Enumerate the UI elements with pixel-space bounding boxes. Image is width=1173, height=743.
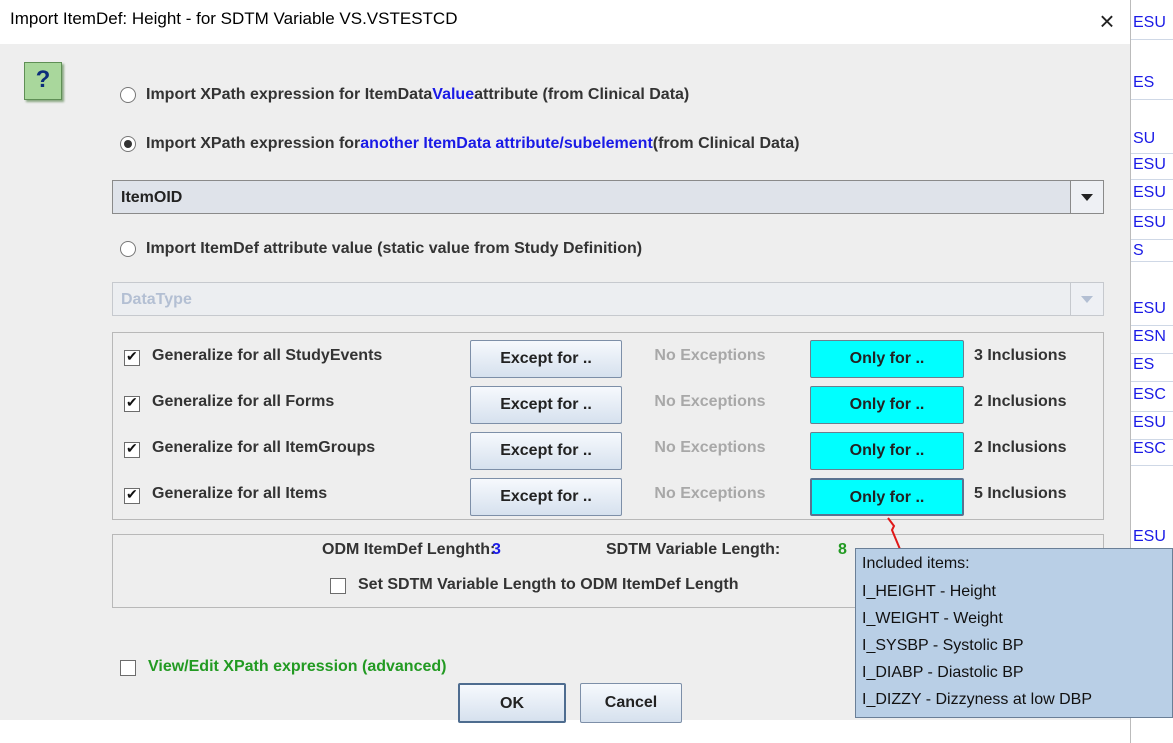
tooltip-item: I_SYSBP - Systolic BP [862,637,1024,654]
tooltip-item: I_DIZZY - Dizzyness at low DBP [862,691,1092,708]
bg-cell: ESU [1131,300,1173,326]
option-label-pre: Import XPath expression for ItemData [146,86,433,103]
except-for-button[interactable]: Except for .. [470,478,622,516]
only-for-button[interactable]: Only for .. [810,340,964,378]
tooltip-header: Included items: [862,555,970,572]
bg-cell: ES [1131,74,1173,100]
bg-cell: ESU [1131,184,1173,210]
xpath-edit-label: View/Edit XPath expression (advanced) [148,658,447,675]
set-length-checkbox[interactable] [330,578,346,594]
attribute-select[interactable]: ItemOID [112,180,1104,214]
bg-cell: ESC [1131,440,1173,466]
window-title: Import ItemDef: Height - for SDTM Variab… [10,9,458,28]
except-for-button[interactable]: Except for .. [470,340,622,378]
bg-cell: ESU [1131,214,1173,240]
exceptions-status: No Exceptions [654,393,766,410]
option-label-post: (from Clinical Data) [652,135,800,152]
bg-cell: ESU [1131,414,1173,440]
chevron-down-icon[interactable] [1070,181,1103,213]
generalize-checkbox[interactable] [124,348,140,366]
only-for-button[interactable]: Only for .. [810,432,964,470]
chevron-down-icon [1070,283,1103,315]
radio-selected-icon[interactable] [120,136,136,152]
tooltip-item: I_HEIGHT - Height [862,583,996,600]
generalize-label: Generalize for all StudyEvents [152,347,383,364]
sdtm-length-label: SDTM Variable Length: [606,541,781,558]
exceptions-status: No Exceptions [654,347,766,364]
option-label: Import ItemDef attribute value (static v… [146,240,643,257]
generalize-row-studyevents: Generalize for all StudyEvents Except fo… [112,338,1104,378]
ok-button[interactable]: OK [458,683,566,723]
option-other-attribute[interactable]: Import XPath expression for another Item… [120,135,799,153]
except-for-button[interactable]: Except for .. [470,386,622,424]
sdtm-length-value: 8 [838,541,847,558]
bg-cell: ESU [1131,14,1173,40]
included-items-tooltip: Included items: I_HEIGHT - Height I_WEIG… [855,548,1173,718]
generalize-label: Generalize for all Items [152,485,328,502]
generalize-row-forms: Generalize for all Forms Except for .. N… [112,384,1104,424]
inclusions-count: 2 Inclusions [974,439,1067,456]
odm-length-value: 3 [492,541,501,558]
generalize-checkbox[interactable] [124,440,140,458]
exceptions-status: No Exceptions [654,439,766,456]
option-value-attribute[interactable]: Import XPath expression for ItemData Val… [120,86,689,104]
itemdef-select-value: DataType [121,291,192,308]
option-itemdef-attribute[interactable]: Import ItemDef attribute value (static v… [120,240,642,258]
option-label-highlight: another ItemData attribute/subelement [360,135,653,152]
exceptions-status: No Exceptions [654,485,766,502]
close-icon[interactable]: × [1090,4,1124,38]
except-for-button[interactable]: Except for .. [470,432,622,470]
inclusions-count: 5 Inclusions [974,485,1067,502]
only-for-button[interactable]: Only for .. [810,478,964,516]
generalize-checkbox[interactable] [124,394,140,412]
help-button[interactable]: ? [24,62,62,100]
set-length-label: Set SDTM Variable Length to ODM ItemDef … [358,576,739,593]
generalize-label: Generalize for all Forms [152,393,335,410]
option-label-post: attribute (from Clinical Data) [474,86,690,103]
odm-length-label: ODM ItemDef Lenghth: [322,541,496,558]
option-label-pre: Import XPath expression for [146,135,361,152]
cancel-button[interactable]: Cancel [580,683,682,723]
attribute-select-value: ItemOID [121,189,183,206]
only-for-button[interactable]: Only for .. [810,386,964,424]
radio-icon[interactable] [120,241,136,257]
bg-cell: S [1131,242,1173,262]
bg-cell: ESC [1131,386,1173,412]
tooltip-item: I_DIABP - Diastolic BP [862,664,1024,681]
bg-cell: ESN [1131,328,1173,354]
radio-icon[interactable] [120,87,136,103]
generalize-checkbox[interactable] [124,486,140,504]
bg-cell: SU [1131,130,1173,154]
inclusions-count: 3 Inclusions [974,347,1067,364]
title-bar: Import ItemDef: Height - for SDTM Variab… [0,0,1130,44]
xpath-edit-checkbox[interactable] [120,660,136,676]
generalize-row-items: Generalize for all Items Except for .. N… [112,476,1104,516]
option-label-highlight: Value [432,86,475,103]
generalize-row-itemgroups: Generalize for all ItemGroups Except for… [112,430,1104,470]
generalize-label: Generalize for all ItemGroups [152,439,376,456]
inclusions-count: 2 Inclusions [974,393,1067,410]
bg-cell: ESU [1131,156,1173,180]
bg-cell: ES [1131,356,1173,382]
itemdef-attribute-select: DataType [112,282,1104,316]
tooltip-item: I_WEIGHT - Weight [862,610,1003,627]
